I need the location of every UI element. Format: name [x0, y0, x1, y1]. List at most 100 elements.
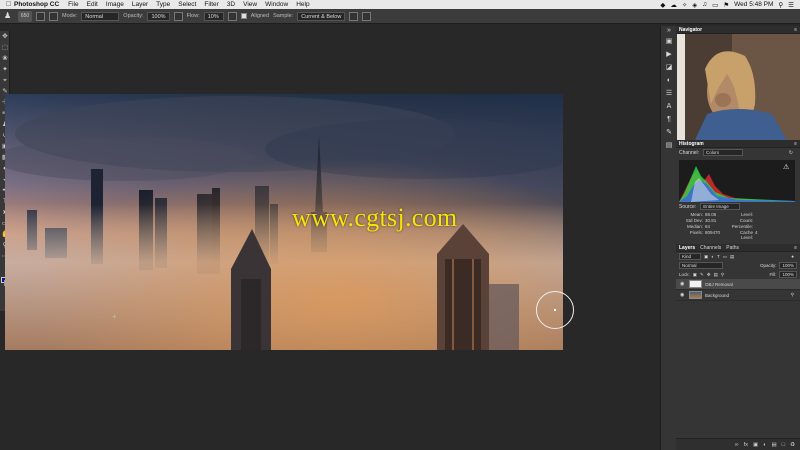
channel-dropdown[interactable]: Colors: [703, 149, 744, 156]
pressure-opacity-icon[interactable]: [173, 11, 183, 21]
notification-icon[interactable]: ☰: [788, 1, 794, 9]
layer-name[interactable]: Background: [705, 293, 729, 298]
lasso-tool-icon[interactable]: ❀: [0, 53, 10, 64]
link-layers-icon[interactable]: ∞: [735, 442, 739, 448]
clone-source-icon[interactable]: [49, 11, 58, 21]
properties-icon[interactable]: ◪: [661, 62, 677, 73]
menu-select[interactable]: Select: [178, 1, 196, 8]
menu-file[interactable]: File: [68, 1, 78, 8]
menu-filter[interactable]: Filter: [204, 1, 218, 8]
filter-shape-icon[interactable]: ▭: [723, 254, 727, 260]
histogram-tab[interactable]: Histogram: [679, 141, 704, 147]
menu-layer[interactable]: Layer: [132, 1, 148, 8]
clone-stamp-tool-icon[interactable]: ♟: [4, 11, 14, 21]
filter-adjust-icon[interactable]: ◐: [711, 254, 714, 259]
filter-toggle-icon[interactable]: ●: [791, 254, 797, 259]
brush-cursor: [536, 291, 574, 329]
volume-icon[interactable]: ♫: [702, 1, 707, 8]
panel-menu-icon[interactable]: ≡: [794, 245, 800, 251]
lock-image-icon[interactable]: ✎: [700, 272, 704, 278]
menu-edit[interactable]: Edit: [87, 1, 98, 8]
fill-field[interactable]: 100%: [779, 271, 797, 278]
menu-image[interactable]: Image: [106, 1, 124, 8]
menu-view[interactable]: View: [243, 1, 257, 8]
ignore-adjustment-icon[interactable]: [349, 11, 359, 21]
dropbox-icon[interactable]: ◆: [660, 1, 665, 9]
menu-help[interactable]: Help: [296, 1, 309, 8]
brush-preset-picker[interactable]: 650: [18, 10, 32, 22]
mode-dropdown[interactable]: Normal: [81, 11, 120, 21]
lock-position-icon[interactable]: ✥: [707, 272, 711, 278]
refresh-icon[interactable]: ↻: [789, 150, 797, 156]
cloud-icon[interactable]: ☁: [670, 1, 677, 9]
sample-dropdown[interactable]: Current & Below: [297, 11, 346, 21]
fx-icon[interactable]: fx: [744, 442, 748, 448]
layer-row[interactable]: ◉ OBJ Removal: [676, 279, 800, 290]
spotlight-icon[interactable]: ⚲: [778, 1, 783, 9]
layer-name[interactable]: OBJ Removal: [705, 282, 733, 287]
filter-smart-icon[interactable]: ▤: [730, 254, 734, 260]
layers-dock-icon[interactable]: ▤: [661, 140, 677, 151]
navigator-tab[interactable]: Navigator: [679, 27, 702, 33]
brush-settings-icon[interactable]: [36, 11, 45, 21]
cache-label: Cache Level:: [739, 230, 753, 240]
wifi-icon[interactable]: ◈: [692, 1, 697, 9]
collapse-icon[interactable]: »: [661, 27, 677, 34]
actions-icon[interactable]: ▶: [661, 49, 677, 60]
history-icon[interactable]: ▣: [661, 36, 677, 47]
tab-paths[interactable]: Paths: [726, 245, 739, 251]
bluetooth-icon[interactable]: ✧: [682, 1, 687, 9]
aligned-checkbox[interactable]: [240, 13, 247, 19]
histogram-stats: Mean: 88.05 Level: Std Dev: 30.81 Count:…: [676, 211, 800, 241]
apple-icon[interactable]: : [6, 1, 14, 8]
paragraph-icon[interactable]: ¶: [661, 114, 677, 125]
new-group-icon[interactable]: ▤: [772, 442, 777, 448]
filter-pixel-icon[interactable]: ▣: [704, 254, 708, 260]
photoshop-window:  Photoshop CC File Edit Image Layer Typ…: [0, 0, 800, 450]
lock-all-icon[interactable]: ⚲: [721, 272, 724, 278]
watermark-text: www.cgtsj.com: [292, 203, 458, 232]
filter-type-icon[interactable]: T: [717, 254, 720, 259]
layer-opacity-field[interactable]: 100%: [779, 262, 797, 269]
crop-tool-icon[interactable]: ⌖: [0, 75, 10, 86]
clock[interactable]: Wed 5:48 PM: [734, 1, 773, 8]
lock-transparent-icon[interactable]: ▣: [693, 272, 697, 278]
document-canvas[interactable]: www.cgtsj.com: [5, 94, 563, 350]
menu-type[interactable]: Type: [156, 1, 170, 8]
panel-menu-icon[interactable]: ≡: [794, 27, 800, 33]
adjustment-layer-icon[interactable]: ◐: [763, 442, 766, 448]
stddev-label: Std Dev:: [685, 218, 703, 223]
tab-channels[interactable]: Channels: [700, 245, 721, 251]
marquee-tool-icon[interactable]: ⬚: [0, 42, 10, 53]
lock-artboard-icon[interactable]: ▤: [714, 272, 718, 278]
quick-select-tool-icon[interactable]: ✦: [0, 64, 10, 75]
character-icon[interactable]: A: [661, 101, 677, 112]
brushes-icon[interactable]: ✎: [661, 127, 677, 138]
brush-settings-icon[interactable]: ☰: [661, 88, 677, 99]
add-mask-icon[interactable]: ▣: [753, 442, 758, 448]
tab-layers[interactable]: Layers: [679, 245, 695, 251]
kind-filter-dropdown[interactable]: Kind: [679, 253, 701, 260]
airbrush-icon[interactable]: [227, 11, 237, 21]
count-value: [755, 218, 775, 223]
blend-mode-dropdown[interactable]: Normal: [679, 262, 723, 269]
panel-menu-icon[interactable]: ≡: [794, 141, 800, 147]
eye-icon[interactable]: ◉: [680, 281, 686, 287]
layer-row[interactable]: ◉ Background ⚲: [676, 290, 800, 301]
move-tool-icon[interactable]: ✥: [0, 31, 10, 42]
menu-3d[interactable]: 3D: [227, 1, 235, 8]
adjustments-icon[interactable]: ◐: [661, 75, 677, 86]
pressure-size-icon[interactable]: [362, 11, 372, 21]
menu-window[interactable]: Window: [265, 1, 288, 8]
source-dropdown[interactable]: Entire Image: [700, 203, 741, 210]
eye-icon[interactable]: ◉: [680, 292, 686, 298]
navigator-thumbnail[interactable]: [677, 34, 800, 140]
battery-icon[interactable]: ▭: [712, 1, 718, 9]
new-layer-icon[interactable]: □: [782, 442, 785, 448]
trash-icon[interactable]: ♻: [790, 442, 795, 448]
flag-icon[interactable]: ⚑: [723, 1, 729, 9]
app-menu[interactable]: Photoshop CC: [14, 1, 59, 8]
flow-field[interactable]: 10%: [203, 11, 224, 21]
opacity-field[interactable]: 100%: [147, 11, 170, 21]
layer-filter-row: Kind ▣ ◐ T ▭ ▤ ●: [676, 252, 800, 261]
